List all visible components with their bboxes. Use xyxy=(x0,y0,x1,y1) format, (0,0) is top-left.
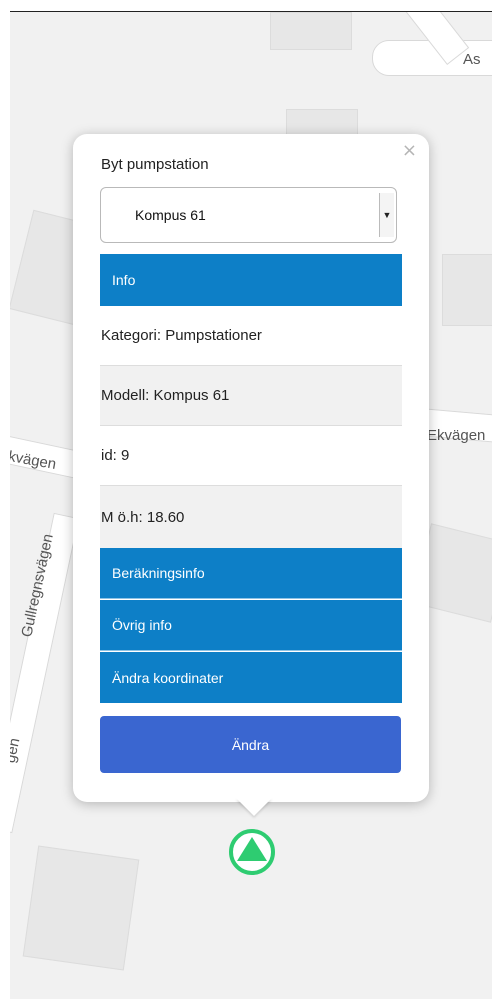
pump-station-popup: × Byt pumpstation Kompus 61 ▼ Info Kateg… xyxy=(73,134,429,802)
section-berakningsinfo[interactable]: Beräkningsinfo xyxy=(100,548,402,599)
info-row-model: Modell: Kompus 61 xyxy=(100,366,402,426)
building xyxy=(270,12,352,50)
left-margin xyxy=(0,12,10,999)
select-value: Kompus 61 xyxy=(135,207,206,223)
pump-station-marker-icon[interactable] xyxy=(228,828,276,876)
info-row-category: Kategori: Pumpstationer xyxy=(100,306,402,366)
popup-title: Byt pumpstation xyxy=(101,156,209,173)
popup-pointer xyxy=(236,798,272,816)
info-header[interactable]: Info xyxy=(100,254,402,306)
close-icon[interactable]: × xyxy=(402,140,417,161)
building xyxy=(442,254,492,326)
section-ovrig-info[interactable]: Övrig info xyxy=(100,600,402,651)
pump-station-select[interactable]: Kompus 61 ▼ xyxy=(100,187,397,243)
edit-button[interactable]: Ändra xyxy=(100,716,401,773)
road-label-as: As xyxy=(463,51,481,68)
info-row-elevation: M ö.h: 18.60 xyxy=(100,486,402,548)
road-label-ekvagen: Ekvägen xyxy=(427,427,486,444)
building xyxy=(22,845,140,971)
info-row-id: id: 9 xyxy=(100,426,402,486)
section-andra-koordinater[interactable]: Ändra koordinater xyxy=(100,652,402,703)
chevron-down-icon[interactable]: ▼ xyxy=(379,193,394,237)
